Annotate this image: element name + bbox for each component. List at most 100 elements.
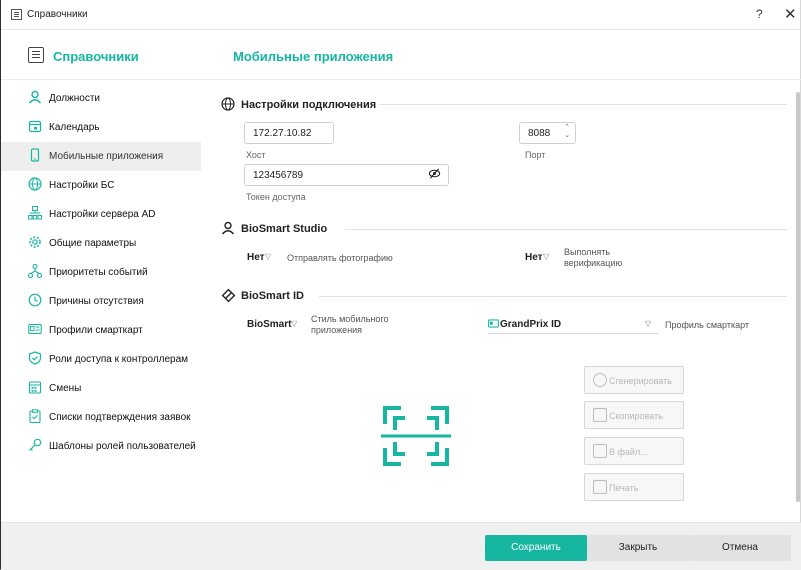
section-divider: [379, 104, 787, 105]
sidebar-item-event-priorities[interactable]: Приоритеты событий: [1, 258, 201, 287]
sidebar-item-label: Профили смарткарт: [49, 325, 143, 336]
save-button[interactable]: Сохранить: [485, 535, 587, 561]
person-icon: [28, 90, 42, 104]
shield-icon: [28, 351, 42, 365]
clipboard-icon: [28, 409, 42, 424]
sidebar-item-bs-settings[interactable]: Настройки БС: [1, 171, 201, 200]
chevron-down-icon: ▽: [265, 252, 272, 261]
verify-value: Нет: [525, 252, 543, 263]
spin-buttons[interactable]: ⌃ ⌄: [564, 124, 570, 140]
mobile-icon: [28, 148, 42, 162]
print-label: Печать: [609, 483, 639, 493]
sidebar-item-label: Настройки БС: [49, 180, 115, 191]
token-value: 123456789: [253, 170, 304, 181]
port-value: 8088: [528, 128, 551, 139]
smartcard-profile-select[interactable]: GrandPrix ID ▽: [488, 317, 658, 333]
app-style-label-line1: Стиль мобильного: [311, 314, 389, 324]
verify-label-line2: верификацию: [564, 258, 623, 268]
sidebar-item-shifts[interactable]: Смены: [1, 374, 201, 403]
close-button[interactable]: Закрыть: [587, 535, 689, 561]
sidebar-item-label: Списки подтверждения заявок: [49, 412, 191, 423]
printer-icon: [593, 480, 607, 494]
sidebar-item-label: Должности: [49, 93, 101, 104]
window-list-icon: [11, 9, 22, 20]
port-input[interactable]: 8088 ⌃ ⌄: [519, 122, 576, 144]
host-label: Хост: [246, 150, 266, 160]
dialog-window: Справочники ? ✕ Справочники Мобильные пр…: [0, 0, 801, 570]
sidebar-item-smartcard-profiles[interactable]: Профили смарткарт: [1, 316, 201, 345]
sidebar-item-label: Причины отсутствия: [49, 296, 144, 307]
sidebar-item-label: Приоритеты событий: [49, 267, 148, 278]
list-icon: [28, 47, 44, 63]
sidebar-item-general[interactable]: Общие параметры: [1, 229, 201, 258]
save-to-file-button[interactable]: В файл...: [584, 437, 684, 465]
select-underline: [488, 333, 658, 334]
connection-section-title: Настройки подключения: [241, 99, 377, 111]
generate-button[interactable]: Сгенерировать: [584, 366, 684, 394]
key-icon: [28, 438, 42, 452]
eye-slash-icon[interactable]: [428, 167, 441, 183]
person-icon: [221, 221, 235, 235]
sidebar: Должности Календарь Мобильные приложения…: [1, 82, 201, 522]
copy-label: Скопировать: [609, 411, 663, 421]
send-photo-value: Нет: [247, 252, 265, 263]
sidebar-item-positions[interactable]: Должности: [1, 84, 201, 113]
help-button[interactable]: ?: [756, 7, 763, 21]
qr-code-placeholder-icon: [381, 402, 451, 470]
chevron-down-icon: ▽: [543, 252, 550, 261]
header: Справочники Мобильные приложения: [1, 30, 801, 80]
sidebar-item-calendar[interactable]: Календарь: [1, 113, 201, 142]
save-to-file-label: В файл...: [609, 447, 648, 457]
app-style-select[interactable]: BioSmart ▽: [247, 317, 305, 333]
sidebar-item-label: Общие параметры: [49, 238, 137, 249]
sidebar-item-label: Роли доступа к контроллерам: [49, 354, 189, 365]
cancel-button[interactable]: Отмена: [689, 535, 791, 561]
host-input[interactable]: 172.27.10.82: [244, 122, 334, 144]
app-style-value: BioSmart: [247, 319, 292, 330]
token-input[interactable]: 123456789: [244, 164, 449, 186]
sidebar-item-ad-server[interactable]: Настройки сервера AD: [1, 200, 201, 229]
title-bar: Справочники ? ✕: [1, 0, 800, 30]
sidebar-item-absence-reasons[interactable]: Причины отсутствия: [1, 287, 201, 316]
sidebar-item-controller-roles[interactable]: Роли доступа к контроллерам: [1, 345, 201, 374]
sidebar-item-role-templates[interactable]: Шаблоны ролей пользователей: [1, 432, 201, 461]
hierarchy-icon: [27, 263, 43, 279]
globe-icon: [221, 97, 235, 111]
footer: Сохранить Закрыть Отмена: [1, 522, 801, 570]
smartcard-profile-value: GrandPrix ID: [500, 319, 562, 330]
print-button[interactable]: Печать: [584, 473, 684, 501]
generate-label: Сгенерировать: [609, 376, 672, 386]
send-photo-select[interactable]: Нет ▽: [247, 250, 283, 266]
tag-icon: [221, 288, 236, 303]
port-label: Порт: [525, 150, 546, 160]
calendar-grid-icon: [28, 380, 42, 394]
send-photo-label: Отправлять фотографию: [287, 253, 393, 263]
clock-icon: [28, 293, 42, 307]
sidebar-item-label: Календарь: [49, 122, 100, 133]
sidebar-item-request-lists[interactable]: Списки подтверждения заявок: [1, 403, 201, 432]
biosmart-id-section-title: BioSmart ID: [241, 290, 304, 302]
copy-button[interactable]: Скопировать: [584, 401, 684, 429]
gear-icon: [28, 235, 42, 249]
close-window-button[interactable]: ✕: [784, 5, 797, 23]
studio-section-title: BioSmart Studio: [241, 223, 328, 235]
card-icon: [488, 318, 499, 332]
app-style-label-line2: приложения: [311, 325, 363, 335]
sidebar-item-label: Настройки сервера AD: [49, 209, 156, 220]
sidebar-item-label: Мобильные приложения: [49, 151, 164, 162]
smartcard-profile-label: Профиль смарткарт: [665, 320, 750, 330]
section-divider: [319, 296, 787, 297]
copy-icon: [593, 408, 607, 422]
chevron-down-icon: ▽: [645, 319, 652, 328]
refresh-icon: [593, 373, 607, 387]
window-title: Справочники: [27, 9, 88, 20]
section-title: Справочники: [53, 49, 139, 64]
page-title: Мобильные приложения: [233, 49, 394, 64]
card-icon: [28, 322, 42, 336]
section-divider: [345, 229, 787, 230]
scrollbar-thumb[interactable]: [796, 92, 800, 502]
sidebar-item-label: Смены: [49, 383, 82, 394]
sidebar-item-mobile-apps[interactable]: Мобильные приложения: [1, 142, 201, 171]
verify-select[interactable]: Нет ▽: [525, 250, 561, 266]
floppy-icon: [593, 444, 607, 458]
